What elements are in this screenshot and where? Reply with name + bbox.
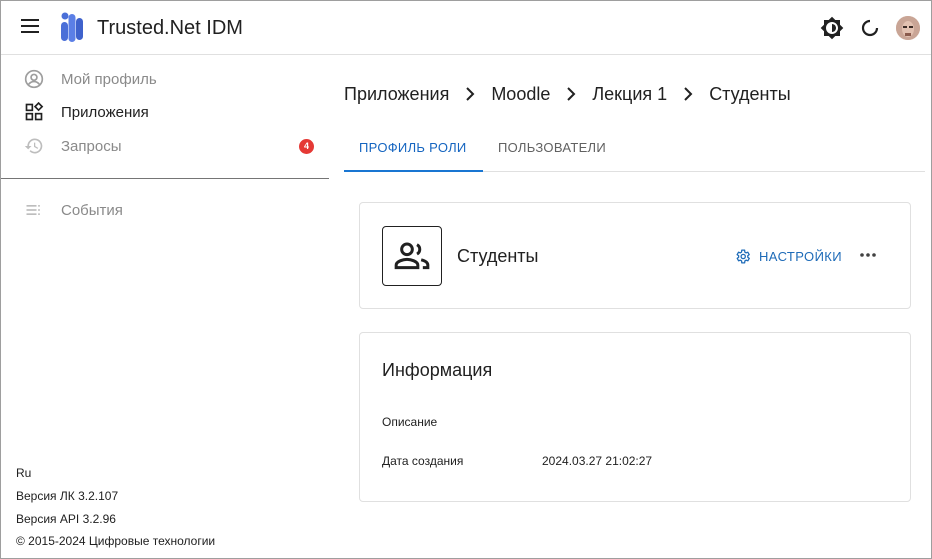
- settings-button[interactable]: НАСТРОЙКИ: [734, 245, 842, 267]
- breadcrumb-item-applications[interactable]: Приложения: [344, 84, 449, 105]
- sidebar-item-requests[interactable]: Запросы 4: [1, 129, 329, 163]
- group-icon: [394, 242, 430, 270]
- tab-users[interactable]: ПОЛЬЗОВАТЕЛИ: [483, 129, 621, 172]
- avatar[interactable]: [896, 16, 920, 40]
- account-circle-icon: [24, 69, 44, 89]
- gear-icon: [736, 248, 750, 264]
- chevron-right-icon: [466, 87, 475, 101]
- breadcrumb-item-moodle[interactable]: Moodle: [491, 84, 550, 105]
- sidebar-divider: [1, 178, 329, 179]
- sidebar-item-label: Мой профиль: [61, 71, 157, 88]
- app-title: Trusted.Net IDM: [97, 17, 243, 39]
- role-card: Студенты НАСТРОЙКИ: [359, 202, 911, 309]
- history-icon: [24, 138, 43, 154]
- brightness-icon[interactable]: [820, 16, 844, 40]
- more-horiz-icon[interactable]: [858, 246, 878, 264]
- version-api: Версия API 3.2.96: [16, 512, 116, 526]
- info-label-created: Дата создания: [382, 454, 464, 468]
- role-avatar: [382, 226, 442, 286]
- info-label-description: Описание: [382, 415, 438, 429]
- list-icon: [26, 205, 40, 215]
- info-title: Информация: [382, 360, 493, 380]
- app-logo-icon: [61, 12, 83, 42]
- chevron-right-icon: [567, 87, 576, 101]
- chevron-right-icon: [684, 87, 693, 101]
- sidebar-item-applications[interactable]: Приложения: [1, 95, 329, 129]
- info-card: Информация Описание Дата создания 2024.0…: [359, 332, 911, 502]
- sidebar-item-my-profile[interactable]: Мой профиль: [1, 62, 329, 96]
- apps-icon: [25, 102, 44, 121]
- sidebar-item-label: События: [61, 202, 123, 219]
- sidebar-item-events[interactable]: События: [1, 193, 329, 227]
- tab-bar: ПРОФИЛЬ РОЛИ ПОЛЬЗОВАТЕЛИ: [344, 129, 925, 172]
- settings-label: НАСТРОЙКИ: [759, 248, 843, 264]
- copyright: © 2015-2024 Цифровые технологии: [16, 534, 216, 548]
- menu-icon[interactable]: [21, 19, 41, 37]
- app-window: Trusted.Net IDM Мой профиль Приложения З…: [0, 0, 932, 559]
- tab-role-profile[interactable]: ПРОФИЛЬ РОЛИ: [344, 129, 483, 172]
- notification-badge: 4: [299, 139, 314, 154]
- language-selector[interactable]: Ru: [16, 466, 31, 480]
- info-value-created: 2024.03.27 21:02:27: [542, 454, 653, 468]
- breadcrumb-item-current: Студенты: [709, 83, 791, 104]
- breadcrumb: Приложения Moodle Лекция 1 Студенты: [344, 82, 791, 106]
- role-title: Студенты: [457, 246, 539, 266]
- sidebar: Мой профиль Приложения Запросы 4 События…: [1, 55, 329, 558]
- breadcrumb-item-lecture[interactable]: Лекция 1: [592, 84, 667, 105]
- top-app-bar: Trusted.Net IDM: [1, 1, 931, 55]
- refresh-icon[interactable]: [858, 16, 882, 40]
- version-lk: Версия ЛК 3.2.107: [16, 489, 119, 503]
- sidebar-item-label: Запросы: [61, 138, 122, 155]
- sidebar-item-label: Приложения: [61, 104, 149, 121]
